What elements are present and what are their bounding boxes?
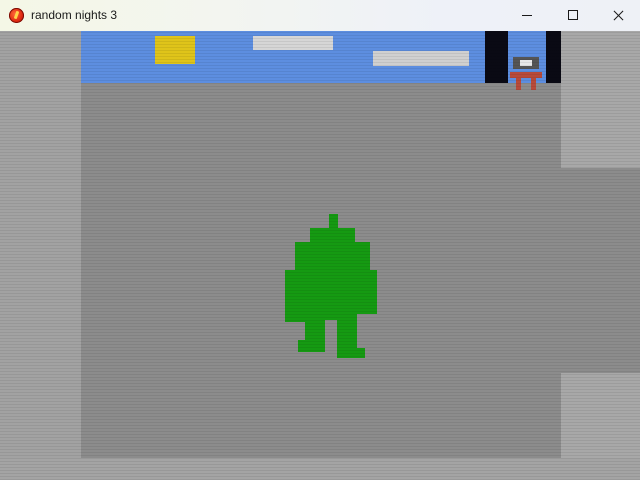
enemy-leg	[516, 78, 521, 90]
title-bar[interactable]: random nights 3	[0, 0, 640, 31]
floor-bottom-edge	[0, 458, 640, 480]
maximize-button[interactable]	[550, 0, 596, 31]
sun-sprite	[155, 36, 195, 64]
right-doorway	[561, 168, 640, 373]
player-green-robot-sprite	[285, 214, 377, 360]
game-canvas[interactable]	[0, 31, 640, 480]
app-flame-icon	[9, 8, 24, 23]
left-wall	[0, 31, 81, 480]
player-torso	[305, 270, 357, 320]
right-wall-bottom	[561, 373, 640, 458]
cloud-sprite	[253, 36, 333, 50]
player-head	[295, 242, 370, 270]
enemy-body	[510, 72, 542, 78]
player-head-top	[310, 228, 355, 242]
close-button[interactable]	[596, 0, 640, 31]
minimize-button[interactable]	[504, 0, 550, 31]
cloud-sprite	[373, 51, 469, 66]
player-left-arm	[285, 270, 305, 322]
enemy-robot-sprite	[510, 57, 542, 91]
window-title: random nights 3	[31, 8, 118, 22]
player-antenna	[329, 214, 338, 228]
player-left-foot	[298, 340, 325, 352]
right-wall-top	[561, 31, 640, 168]
enemy-leg	[531, 78, 536, 90]
enemy-eye	[520, 60, 532, 66]
player-right-arm	[357, 270, 377, 314]
player-right-foot	[337, 348, 365, 358]
